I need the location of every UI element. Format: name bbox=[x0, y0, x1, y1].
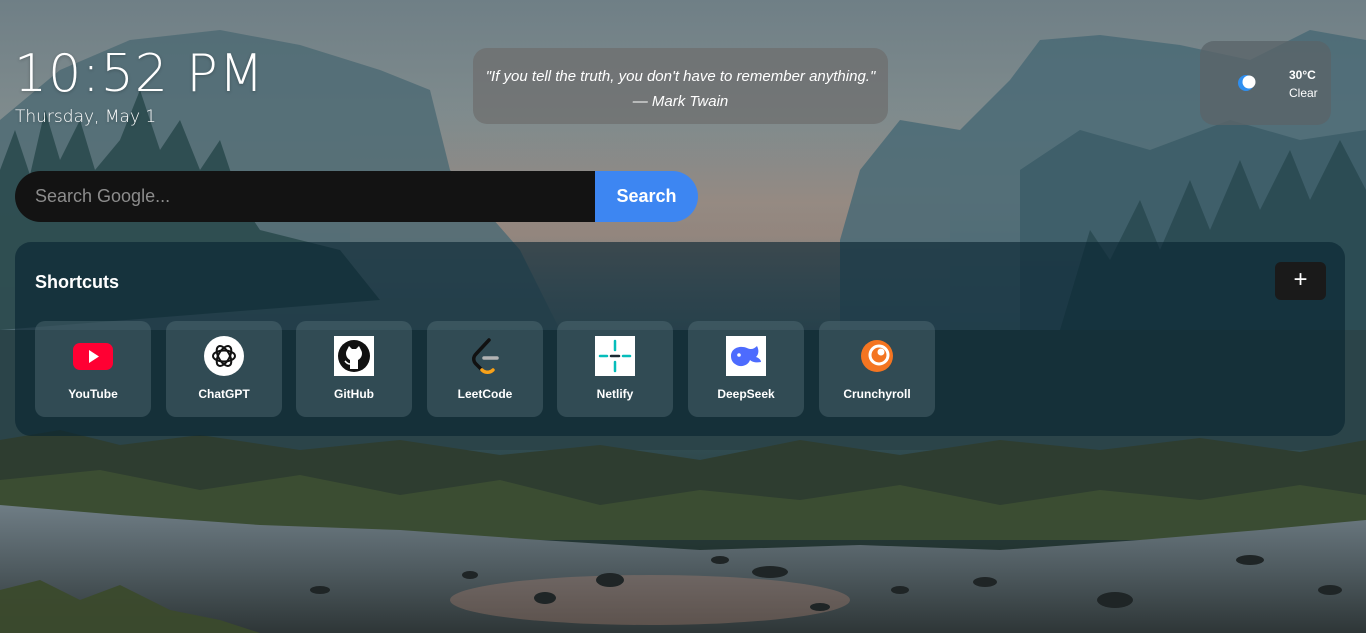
weather-temperature: 30°C bbox=[1289, 68, 1316, 82]
shortcuts-panel: Shortcuts + YouTube ChatGPT GitHub LeetC… bbox=[15, 242, 1345, 436]
leetcode-icon bbox=[472, 338, 499, 374]
shortcut-github[interactable]: GitHub bbox=[296, 321, 412, 417]
search-button[interactable]: Search bbox=[595, 171, 698, 222]
clock-date: Thursday, May 1 bbox=[15, 107, 157, 127]
quote-author: — Mark Twain bbox=[632, 93, 729, 110]
shortcut-label: GitHub bbox=[334, 387, 374, 401]
shortcut-label: Netlify bbox=[596, 387, 634, 401]
shortcut-netlify[interactable]: Netlify bbox=[557, 321, 673, 417]
shortcut-label: DeepSeek bbox=[717, 387, 775, 401]
shortcut-leetcode[interactable]: LeetCode bbox=[427, 321, 543, 417]
search-bar: Search bbox=[15, 171, 698, 222]
add-shortcut-button[interactable]: + bbox=[1275, 262, 1326, 300]
chatgpt-icon bbox=[204, 336, 244, 376]
shortcut-chatgpt[interactable]: ChatGPT bbox=[166, 321, 282, 417]
quote-card: "If you tell the truth, you don't have t… bbox=[473, 48, 888, 124]
crunchyroll-icon bbox=[861, 340, 893, 372]
youtube-icon bbox=[73, 343, 113, 370]
shortcut-label: Crunchyroll bbox=[843, 387, 911, 401]
shortcut-crunchyroll[interactable]: Crunchyroll bbox=[819, 321, 935, 417]
deepseek-icon bbox=[726, 336, 766, 376]
clock-time: 10:52 PM bbox=[14, 44, 265, 104]
shortcuts-title: Shortcuts bbox=[35, 272, 120, 292]
shortcut-deepseek[interactable]: DeepSeek bbox=[688, 321, 804, 417]
netlify-icon bbox=[595, 336, 635, 376]
shortcut-label: LeetCode bbox=[457, 387, 513, 401]
shortcut-label: ChatGPT bbox=[198, 387, 250, 401]
search-input[interactable] bbox=[15, 171, 595, 222]
github-icon bbox=[334, 336, 374, 376]
weather-widget: 30°C Clear bbox=[1200, 41, 1331, 125]
moon-icon bbox=[1238, 75, 1256, 91]
quote-text: "If you tell the truth, you don't have t… bbox=[485, 68, 876, 85]
shortcut-label: YouTube bbox=[68, 387, 118, 401]
weather-condition: Clear bbox=[1289, 86, 1318, 100]
shortcut-youtube[interactable]: YouTube bbox=[35, 321, 151, 417]
